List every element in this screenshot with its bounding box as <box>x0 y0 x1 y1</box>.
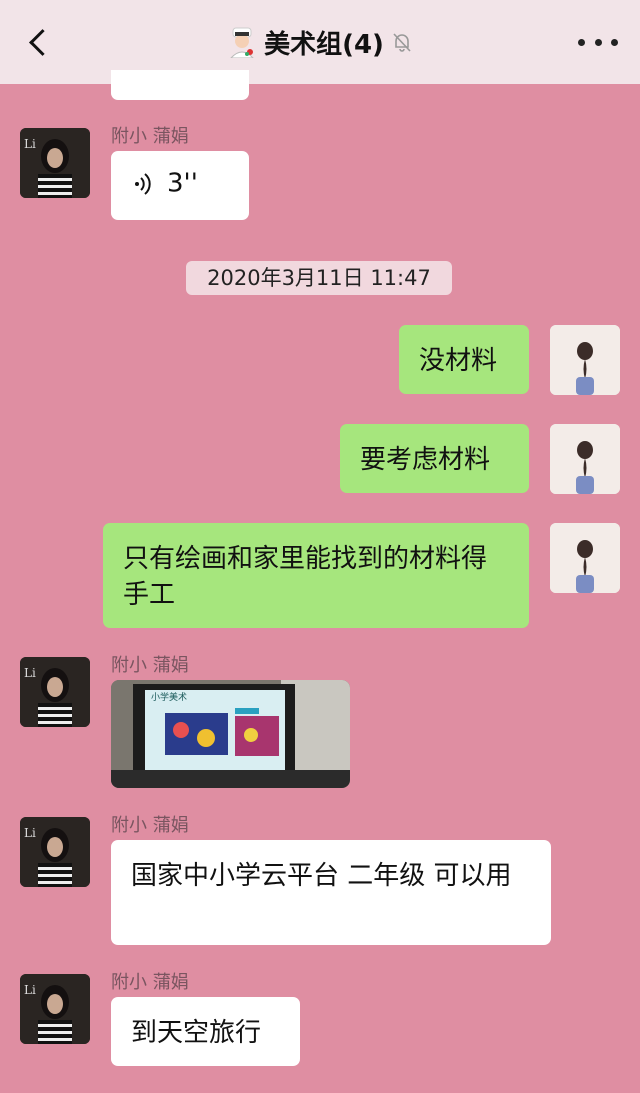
voice-wave-icon <box>135 172 151 195</box>
incoming-message-bubble[interactable]: 到天空旅行 <box>111 997 300 1066</box>
avatar-me-image <box>550 424 620 494</box>
outgoing-message-bubble[interactable]: 没材料 <box>399 325 529 394</box>
message-bubble-partial[interactable] <box>111 70 249 100</box>
avatar-other[interactable]: Li <box>20 657 90 727</box>
outgoing-message-bubble[interactable]: 要考虑材料 <box>340 424 529 493</box>
voice-duration: 3'' <box>167 168 198 199</box>
back-button[interactable] <box>18 22 58 62</box>
avatar-other[interactable]: Li <box>20 128 90 198</box>
chef-emoji-icon <box>230 27 254 58</box>
chat-header: 美术组(4) <box>0 0 640 84</box>
image-caption: 小学美术 <box>151 693 188 703</box>
timestamp: 2020年3月11日 11:47 <box>186 261 452 295</box>
sender-name: 附小 蒲娟 <box>111 972 189 993</box>
sender-name: 附小 蒲娟 <box>111 655 189 676</box>
outgoing-message-bubble[interactable]: 只有绘画和家里能找到的材料得手工 <box>103 523 529 628</box>
more-dot <box>611 38 618 46</box>
sender-name: 附小 蒲娟 <box>111 126 189 147</box>
avatar-other[interactable]: Li <box>20 817 90 887</box>
avatar-other-image: Li <box>20 974 90 1044</box>
avatar-other[interactable]: Li <box>20 974 90 1044</box>
avatar-me-image <box>550 523 620 593</box>
avatar-other-image: Li <box>20 657 90 727</box>
avatar-me-image <box>550 325 620 395</box>
svg-text:Li: Li <box>24 137 36 151</box>
avatar-other-image: Li <box>20 128 90 198</box>
more-options-button[interactable] <box>578 30 618 54</box>
chat-title-group[interactable]: 美术组(4) <box>226 24 414 61</box>
incoming-message-bubble[interactable]: 国家中小学云平台 二年级 可以用 <box>111 840 551 945</box>
sender-name: 附小 蒲娟 <box>111 815 189 836</box>
voice-message-bubble[interactable]: 3'' <box>111 151 249 220</box>
avatar-other-image: Li <box>20 817 90 887</box>
laptop-screen-photo <box>111 680 350 788</box>
svg-text:Li: Li <box>24 666 36 680</box>
image-message[interactable]: 小学美术 <box>111 680 350 788</box>
avatar-me[interactable] <box>550 325 620 395</box>
svg-text:Li: Li <box>24 826 36 840</box>
more-dot <box>594 38 602 46</box>
more-dot <box>578 38 585 46</box>
svg-text:Li: Li <box>24 983 36 997</box>
bell-slash-icon <box>393 33 411 52</box>
avatar-me[interactable] <box>550 424 620 494</box>
chat-title: 美术组(4) <box>264 29 384 60</box>
avatar-me[interactable] <box>550 523 620 593</box>
